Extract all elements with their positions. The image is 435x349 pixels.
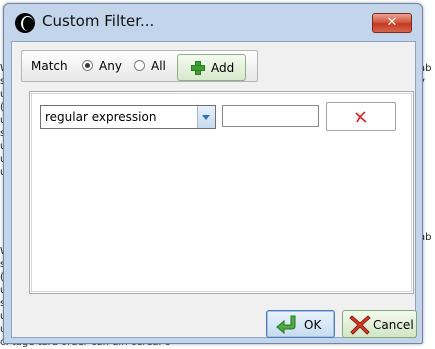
plus-icon xyxy=(191,61,205,75)
dialog-title: Custom Filter... xyxy=(42,12,155,30)
app-icon xyxy=(15,13,35,33)
cancel-button-label: Cancel xyxy=(373,318,414,332)
add-button[interactable]: Add xyxy=(177,54,246,81)
radio-all[interactable] xyxy=(134,60,145,71)
remove-rule-button[interactable] xyxy=(326,102,396,131)
match-label: Match xyxy=(31,59,68,73)
red-x-icon xyxy=(355,111,367,123)
close-button[interactable]: ✕ xyxy=(372,13,412,33)
radio-any-label[interactable]: Any xyxy=(99,59,122,73)
operator-select[interactable]: regular expression xyxy=(40,105,216,129)
dialog-body: Match Any All Add regular expression OK … xyxy=(11,41,417,338)
ok-button-label: OK xyxy=(304,318,322,332)
operator-select-value: regular expression xyxy=(45,110,157,124)
pattern-input[interactable] xyxy=(222,105,319,127)
radio-all-label[interactable]: All xyxy=(151,59,166,73)
title-bar[interactable]: Custom Filter... ✕ xyxy=(4,4,422,40)
add-button-label: Add xyxy=(211,61,235,75)
close-icon: ✕ xyxy=(386,15,398,30)
match-toolbar: Match Any All Add xyxy=(21,50,258,82)
cancel-button[interactable]: Cancel xyxy=(342,310,417,338)
apply-arrow-icon xyxy=(276,315,296,335)
custom-filter-dialog: Custom Filter... ✕ Match Any All Add reg… xyxy=(3,3,423,344)
chevron-down-icon[interactable] xyxy=(197,106,215,128)
radio-any[interactable] xyxy=(82,60,93,71)
cancel-x-icon xyxy=(349,315,371,335)
ok-button[interactable]: OK xyxy=(266,310,335,338)
